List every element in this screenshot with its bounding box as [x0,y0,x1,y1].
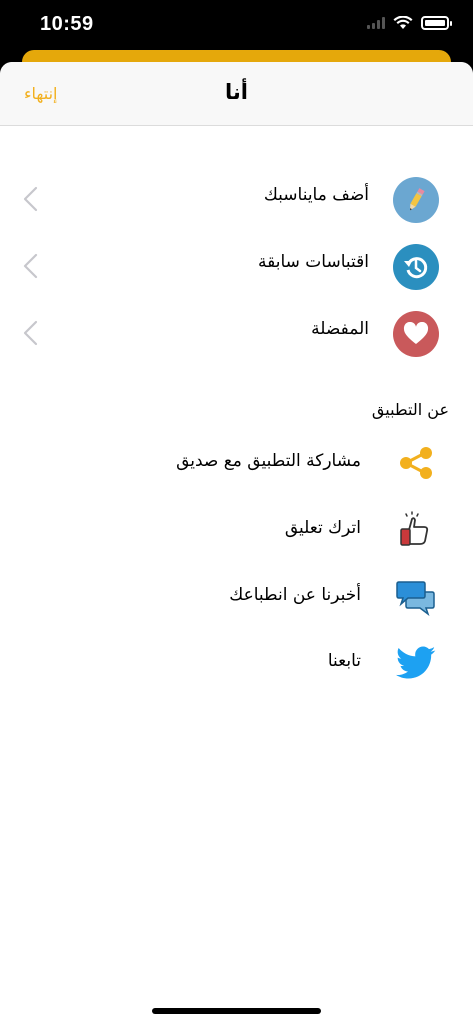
share-app-row[interactable]: مشاركة التطبيق مع صديق [0,438,473,488]
thumbs-up-icon [395,509,437,551]
page-title: أنا [225,80,248,104]
chevron-left-icon [23,253,38,279]
share-app-label: مشاركة التطبيق مع صديق [176,451,361,471]
cellular-signal-icon [367,17,385,29]
menu-item-add[interactable]: أضف مايناسبك [0,169,473,229]
chevron-left-icon [23,186,38,212]
follow-us-row[interactable]: تابعنا [0,638,473,688]
menu-item-favorites[interactable]: المفضلة [0,303,473,363]
menu-item-label: المفضلة [311,319,369,339]
menu-item-label: اقتباسات سابقة [258,252,369,272]
pencil-icon [393,177,439,223]
share-icon [395,442,437,484]
chat-bubbles-icon [395,576,437,618]
leave-review-label: اترك تعليق [284,518,361,538]
menu-item-label: أضف مايناسبك [263,185,369,205]
battery-icon [421,16,452,30]
wifi-icon [393,16,413,29]
chevron-left-icon [23,320,38,346]
status-time: 10:59 [40,13,94,35]
status-bar: 10:59 [0,0,473,52]
section-header-about: عن التطبيق [371,400,449,419]
history-icon [393,244,439,290]
follow-us-label: تابعنا [327,651,361,671]
status-icons [367,16,452,30]
profile-sheet: أنا إنتهاء أضف مايناسبك اقتباسات سابقة ا… [0,62,473,1024]
done-button[interactable]: إنتهاء [24,84,58,103]
feedback-row[interactable]: أخبرنا عن انطباعك [0,572,473,622]
home-indicator[interactable] [152,1008,321,1014]
twitter-icon [395,642,437,684]
navigation-bar: أنا إنتهاء [0,62,473,126]
feedback-label: أخبرنا عن انطباعك [229,585,361,605]
heart-icon [393,311,439,357]
leave-review-row[interactable]: اترك تعليق [0,505,473,555]
menu-item-previous-quotes[interactable]: اقتباسات سابقة [0,236,473,296]
